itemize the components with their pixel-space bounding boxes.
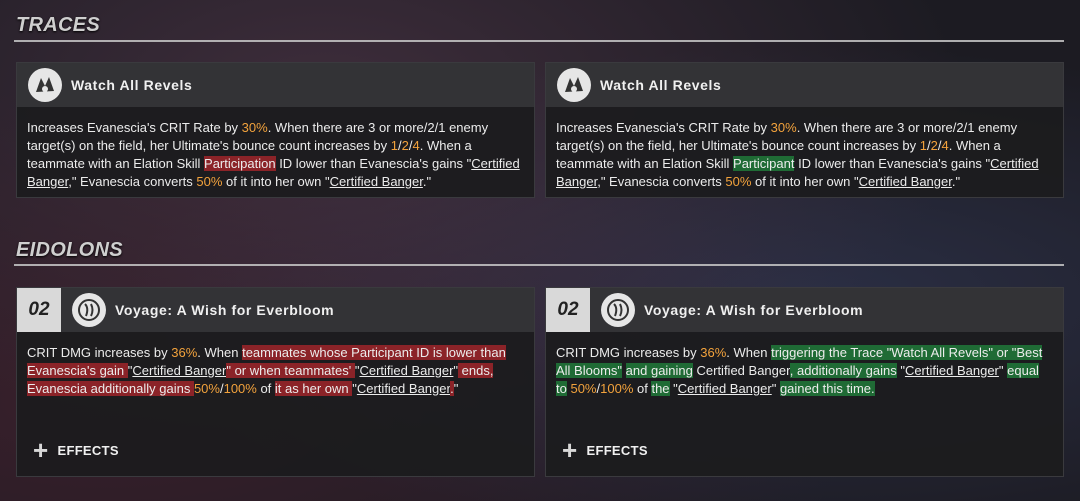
plus-icon: + [33, 435, 49, 465]
eidolon-number: 02 [17, 288, 61, 332]
eidolon-card-header: 02 Voyage: A Wish for Everbloom [17, 288, 534, 332]
effects-label: EFFECTS [57, 442, 119, 458]
eidolon-emblem-icon [72, 293, 106, 327]
keyword-link[interactable]: Certified Banger [132, 363, 226, 378]
eidolons-section-title: EIDOLONS [16, 239, 123, 261]
keyword-link[interactable]: Certified Banger [678, 381, 772, 396]
plus-icon: + [562, 435, 578, 465]
trace-card-2: Watch All Revels Increases Evanescia's C… [545, 62, 1064, 198]
trace-card-header: Watch All Revels [17, 63, 534, 107]
trace-description: Increases Evanescia's CRIT Rate by 30%. … [556, 120, 1039, 189]
traces-section-title: TRACES [16, 14, 101, 36]
eidolon-card-1: 02 Voyage: A Wish for Everbloom CRIT DMG… [16, 287, 535, 477]
eidolon-description: CRIT DMG increases by 36%. When teammate… [27, 345, 506, 396]
trace-name: Watch All Revels [71, 77, 193, 93]
trace-description: Increases Evanescia's CRIT Rate by 30%. … [27, 120, 520, 189]
eidolon-description: CRIT DMG increases by 36%. When triggeri… [556, 345, 1043, 396]
eidolon-emblem-icon [601, 293, 635, 327]
keyword-link[interactable]: Certified Banger [859, 174, 952, 189]
keyword-link[interactable]: Certified Banger [905, 363, 999, 378]
traces-divider [14, 40, 1064, 42]
trace-emblem-icon [28, 68, 62, 102]
eidolon-card-2: 02 Voyage: A Wish for Everbloom CRIT DMG… [545, 287, 1064, 477]
trace-card-header: Watch All Revels [546, 63, 1063, 107]
eidolons-divider [14, 264, 1064, 266]
effects-toggle[interactable]: + EFFECTS [33, 435, 119, 465]
eidolon-card-header: 02 Voyage: A Wish for Everbloom [546, 288, 1063, 332]
keyword-link[interactable]: Certified Banger [357, 381, 450, 396]
effects-label: EFFECTS [586, 442, 648, 458]
keyword-link[interactable]: Certified Banger [330, 174, 423, 189]
trace-emblem-icon [557, 68, 591, 102]
diff-highlight-added: Participant [733, 156, 795, 171]
eidolon-number: 02 [546, 288, 590, 332]
keyword-link[interactable]: Certified Banger [359, 363, 453, 378]
trace-card-1: Watch All Revels Increases Evanescia's C… [16, 62, 535, 198]
eidolon-name: Voyage: A Wish for Everbloom [115, 302, 335, 318]
trace-name: Watch All Revels [600, 77, 722, 93]
diff-highlight-removed: Participation [204, 156, 276, 171]
effects-toggle[interactable]: + EFFECTS [562, 435, 648, 465]
eidolon-name: Voyage: A Wish for Everbloom [644, 302, 864, 318]
